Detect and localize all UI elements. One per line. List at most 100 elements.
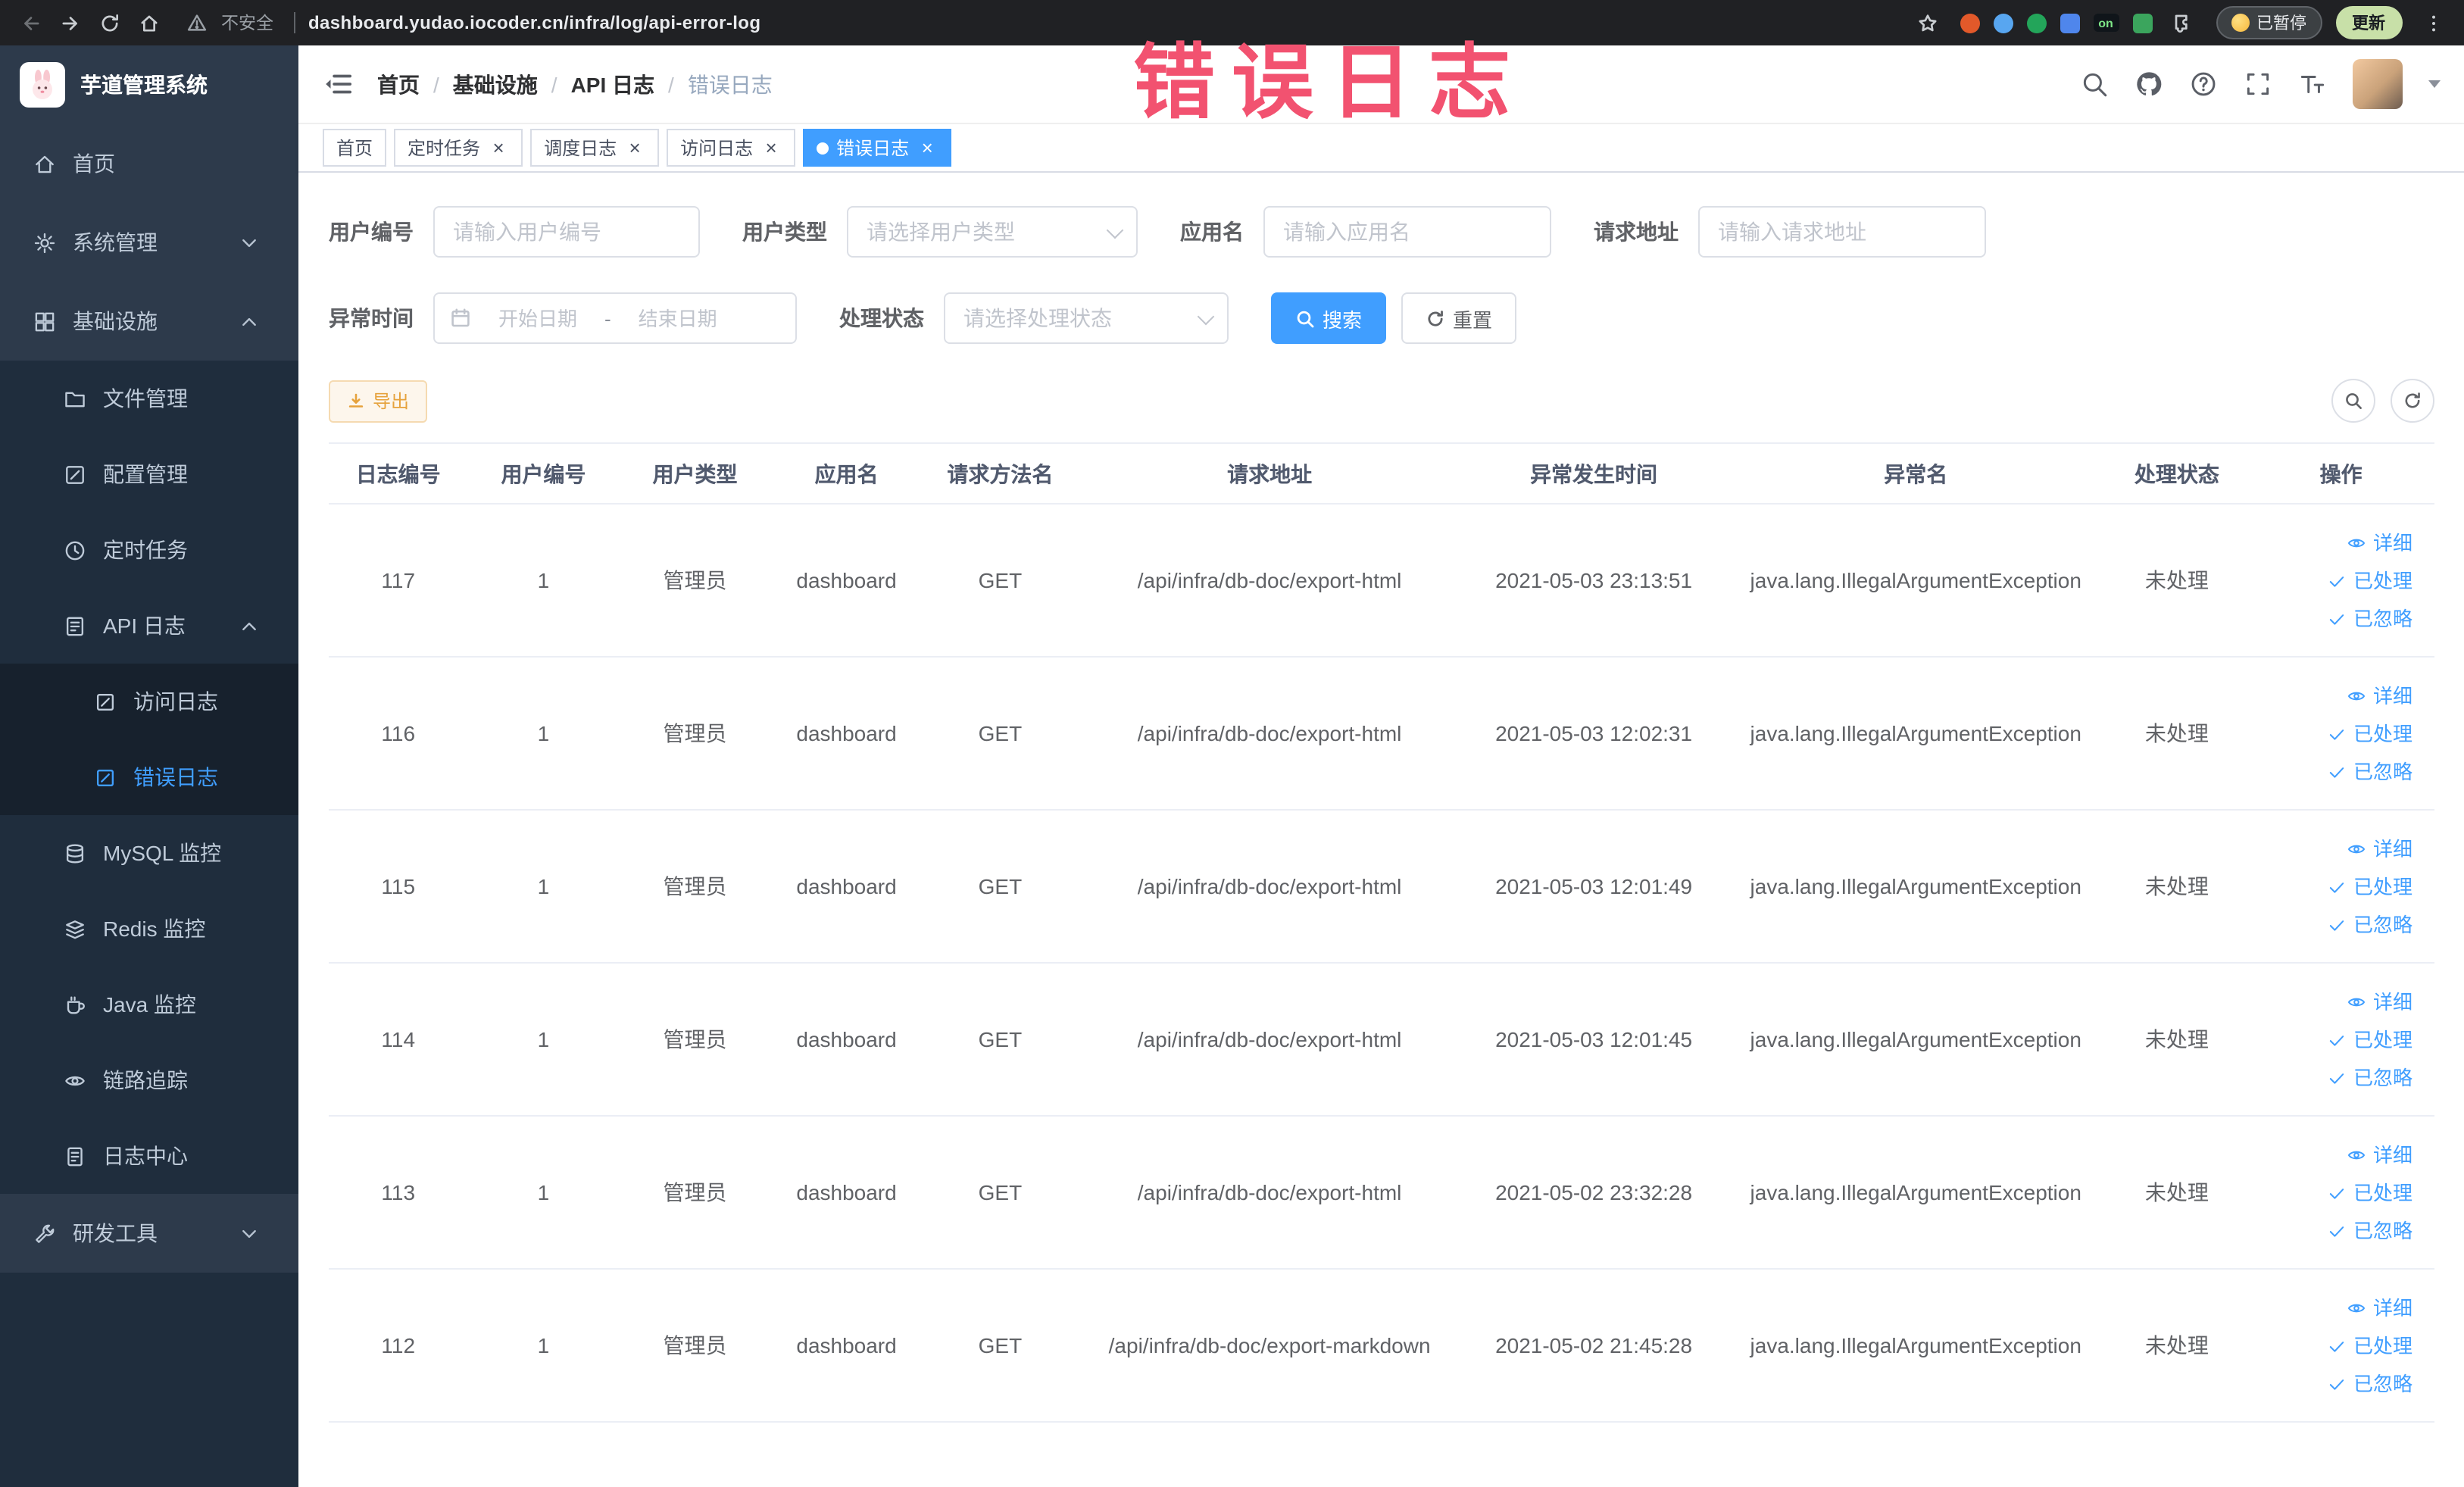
sidebar-item-error-log[interactable]: 错误日志 [0, 739, 298, 815]
tab-error-log[interactable]: 错误日志 × [803, 129, 952, 167]
font-size-icon[interactable] [2297, 70, 2326, 98]
end-date-input[interactable] [617, 305, 739, 331]
action-detail-link[interactable]: 详细 [2254, 676, 2412, 714]
water-drop-extension-icon[interactable] [1993, 13, 2013, 33]
cell-exception: java.lang.IllegalArgumentException [1726, 504, 2106, 658]
app-name-input[interactable] [1263, 206, 1551, 258]
action-processed-link[interactable]: 已处理 [2254, 714, 2412, 752]
reset-button[interactable]: 重置 [1401, 292, 1517, 344]
tab-close-icon[interactable]: × [624, 137, 645, 158]
breadcrumb-item-0[interactable]: 首页 [377, 69, 420, 99]
tab-access-log[interactable]: 访问日志 × [667, 129, 796, 167]
chevron-down-icon [238, 1222, 261, 1245]
action-ignored-link[interactable]: 已忽略 [2254, 905, 2412, 943]
action-processed-link[interactable]: 已处理 [2254, 1020, 2412, 1058]
sidebar-item-file-management[interactable]: 文件管理 [0, 361, 298, 436]
action-detail-link[interactable]: 详细 [2254, 982, 2412, 1020]
sidebar-item-access-log[interactable]: 访问日志 [0, 664, 298, 739]
check-icon [2328, 876, 2347, 896]
user-type-select[interactable] [847, 206, 1138, 258]
cell-actions: 详细 已处理 已忽略 [2248, 963, 2434, 1117]
sidebar-item-redis-monitor[interactable]: Redis 监控 [0, 891, 298, 967]
on-badge[interactable]: on [2093, 14, 2119, 32]
sidebar-item-link-tracing[interactable]: 链路追踪 [0, 1042, 298, 1118]
sidebar-fold-icon[interactable] [323, 68, 354, 100]
sidebar-item-config-management[interactable]: 配置管理 [0, 436, 298, 512]
update-button[interactable]: 更新 [2335, 6, 2402, 39]
chevron-up-icon [238, 614, 261, 637]
action-ignored-link[interactable]: 已忽略 [2254, 1211, 2412, 1249]
start-date-input[interactable] [477, 305, 598, 331]
forward-icon[interactable] [52, 5, 88, 41]
cell-status: 未处理 [2105, 657, 2249, 811]
search-button[interactable]: 搜索 [1271, 292, 1387, 344]
tab-close-icon[interactable]: × [488, 137, 509, 158]
export-button[interactable]: 导出 [329, 380, 428, 422]
cell-url: /api/infra/db-doc/export-html [1078, 963, 1461, 1117]
puzzle-extensions-icon[interactable] [2166, 5, 2202, 41]
sidebar-item-dev-tools[interactable]: 研发工具 [0, 1194, 298, 1273]
action-detail-link[interactable]: 详细 [2254, 1289, 2412, 1326]
record-extension-icon[interactable] [1960, 13, 1979, 33]
action-processed-link[interactable]: 已处理 [2254, 867, 2412, 905]
tab-label: 错误日志 [836, 138, 910, 159]
check-circle-extension-icon[interactable] [2026, 13, 2046, 33]
bookmark-star-icon[interactable] [1910, 5, 1946, 41]
cell-user-type: 管理员 [619, 810, 771, 964]
sidebar-item-java-monitor[interactable]: Java 监控 [0, 967, 298, 1042]
sidebar-item-system-management[interactable]: 系统管理 [0, 203, 298, 282]
leaf-extension-icon[interactable] [2132, 13, 2152, 33]
caret-down-icon[interactable] [2428, 80, 2440, 88]
action-processed-link[interactable]: 已处理 [2254, 1173, 2412, 1211]
sidebar-item-scheduled-tasks[interactable]: 定时任务 [0, 512, 298, 588]
refresh-button[interactable] [2390, 379, 2434, 423]
tab-home[interactable]: 首页 [323, 129, 387, 167]
tab-timed-task[interactable]: 定时任务 × [394, 129, 523, 167]
tab-schedule-log[interactable]: 调度日志 × [530, 129, 660, 167]
back-icon[interactable] [12, 5, 48, 41]
clock-icon [64, 539, 86, 561]
browser-home-icon[interactable] [130, 5, 167, 41]
tab-close-icon[interactable]: × [760, 137, 782, 158]
sidebar-item-api-log[interactable]: API 日志 [0, 588, 298, 664]
cell-method: GET [922, 504, 1079, 658]
process-status-select[interactable] [944, 292, 1229, 344]
action-detail-link[interactable]: 详细 [2254, 523, 2412, 561]
reload-icon[interactable] [91, 5, 127, 41]
fullscreen-icon[interactable] [2243, 70, 2272, 98]
action-processed-link[interactable]: 已处理 [2254, 1326, 2412, 1364]
cell-status: 未处理 [2105, 1116, 2249, 1270]
action-ignored-link[interactable]: 已忽略 [2254, 1364, 2412, 1402]
action-detail-link[interactable]: 详细 [2254, 1136, 2412, 1173]
eye-icon [2347, 992, 2367, 1011]
search-toggle-button[interactable] [2331, 379, 2375, 423]
action-ignored-link[interactable]: 已忽略 [2254, 752, 2412, 790]
address-bar[interactable]: 不安全 dashboard.yudao.iocoder.cn/infra/log… [179, 5, 1897, 41]
github-icon[interactable] [2134, 70, 2163, 98]
action-ignored-link[interactable]: 已忽略 [2254, 599, 2412, 637]
eye-icon [2347, 1145, 2367, 1164]
logo[interactable]: 芋道管理系统 [0, 45, 298, 124]
help-icon[interactable] [2188, 70, 2217, 98]
action-processed-link[interactable]: 已处理 [2254, 561, 2412, 599]
grid-extension-icon[interactable] [2060, 13, 2079, 33]
breadcrumb-item-1[interactable]: 基础设施 [453, 69, 538, 99]
kebab-menu-icon[interactable] [2416, 5, 2452, 41]
column-header-8: 处理状态 [2105, 442, 2249, 505]
user-id-input[interactable] [433, 206, 700, 258]
request-url-input[interactable] [1698, 206, 1986, 258]
cell-method: GET [922, 810, 1079, 964]
action-ignored-link[interactable]: 已忽略 [2254, 1058, 2412, 1096]
search-icon[interactable] [2079, 70, 2108, 98]
paused-extension-chip[interactable]: 已暂停 [2216, 6, 2322, 39]
sidebar-item-home[interactable]: 首页 [0, 124, 298, 203]
avatar[interactable] [2352, 59, 2402, 109]
tab-close-icon[interactable]: × [917, 137, 938, 158]
action-label: 详细 [2372, 1296, 2412, 1319]
sidebar-item-log-center[interactable]: 日志中心 [0, 1118, 298, 1194]
sidebar-item-infrastructure[interactable]: 基础设施 [0, 282, 298, 361]
breadcrumb-item-2[interactable]: API 日志 [571, 69, 654, 99]
date-range-picker[interactable]: - [433, 292, 797, 344]
action-detail-link[interactable]: 详细 [2254, 829, 2412, 867]
sidebar-item-mysql-monitor[interactable]: MySQL 监控 [0, 815, 298, 891]
